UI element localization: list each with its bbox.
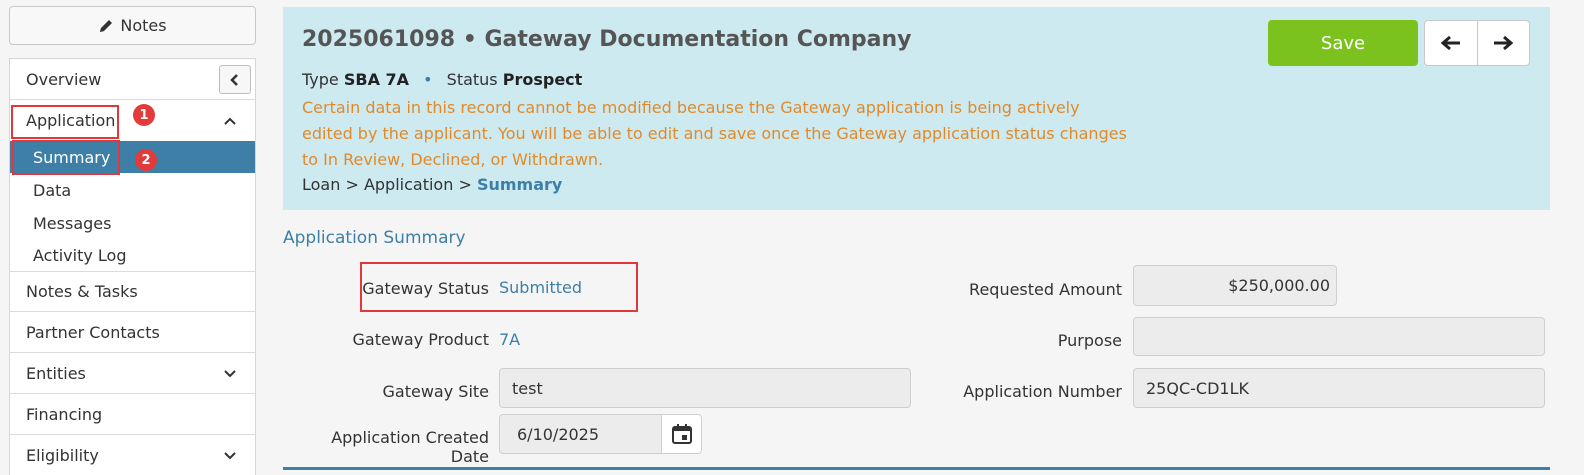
step-badge-2: 2 xyxy=(135,149,157,171)
requested-amount-field[interactable]: $250,000.00 xyxy=(1133,265,1337,306)
edit-lock-warning: Certain data in this record cannot be mo… xyxy=(302,98,1127,169)
notes-label: Notes xyxy=(120,16,167,35)
sidebar-subitem-messages[interactable]: Messages xyxy=(10,207,255,239)
highlight-application xyxy=(11,105,119,139)
sidebar-subitem-data[interactable]: Data xyxy=(10,174,255,206)
sidebar-item-overview[interactable]: Overview xyxy=(10,59,255,100)
record-status: Prospect xyxy=(502,70,583,89)
requested-amount-label: Requested Amount xyxy=(969,280,1122,299)
gateway-product-value: 7A xyxy=(499,330,521,349)
arrow-right-icon xyxy=(1494,35,1514,51)
chevron-up-icon xyxy=(224,117,236,125)
breadcrumb-loan[interactable]: Loan xyxy=(302,175,340,194)
record-meta: Type SBA 7A • Status Prospect xyxy=(302,70,583,89)
purpose-label: Purpose xyxy=(1057,331,1122,350)
chevron-down-icon xyxy=(224,452,236,460)
sidebar-item-partner-contacts[interactable]: Partner Contacts xyxy=(10,312,255,353)
breadcrumb: Loan > Application > Summary xyxy=(302,175,563,194)
gateway-site-label: Gateway Site xyxy=(382,382,489,401)
chevron-down-icon xyxy=(224,370,236,378)
gateway-product-label: Gateway Product xyxy=(352,330,489,349)
breadcrumb-current: Summary xyxy=(476,175,563,194)
pencil-icon xyxy=(100,19,113,32)
separator-dot: • xyxy=(423,70,433,89)
application-number-label: Application Number xyxy=(963,382,1122,401)
highlight-summary xyxy=(12,140,120,175)
calendar-icon xyxy=(671,424,692,444)
gateway-site-field[interactable]: test xyxy=(499,368,911,408)
step-badge-1: 1 xyxy=(133,104,155,126)
sidebar-item-notes-tasks[interactable]: Notes & Tasks xyxy=(10,272,255,312)
sidebar-item-financing[interactable]: Financing xyxy=(10,394,255,435)
chevron-left-icon xyxy=(230,73,238,86)
record-header: 2025061098 • Gateway Documentation Compa… xyxy=(283,7,1550,210)
collapse-sidebar-button[interactable] xyxy=(219,65,251,94)
sidebar: Notes Overview Application Summary Data … xyxy=(9,0,257,475)
previous-record-button[interactable] xyxy=(1425,21,1477,65)
record-navigation xyxy=(1424,20,1530,66)
next-record-button[interactable] xyxy=(1476,21,1529,65)
section-divider xyxy=(283,467,1550,470)
sidebar-item-entities[interactable]: Entities xyxy=(10,353,255,394)
date-picker-button[interactable] xyxy=(662,414,702,454)
purpose-field[interactable] xyxy=(1133,317,1545,356)
record-title: 2025061098 • Gateway Documentation Compa… xyxy=(302,27,912,52)
highlight-gateway-status xyxy=(360,262,638,312)
section-title: Application Summary xyxy=(283,228,466,248)
sidebar-subitem-activity-log[interactable]: Activity Log xyxy=(10,240,255,272)
record-type: SBA 7A xyxy=(343,70,410,89)
save-button[interactable]: Save xyxy=(1268,20,1418,66)
breadcrumb-application[interactable]: Application xyxy=(364,175,453,194)
notes-button[interactable]: Notes xyxy=(9,6,256,45)
created-date-field[interactable]: 6/10/2025 xyxy=(499,414,662,454)
application-number-field[interactable]: 25QC-CD1LK xyxy=(1133,368,1545,408)
arrow-left-icon xyxy=(1440,35,1460,51)
created-date-label: Application Created Date xyxy=(331,428,489,466)
sidebar-item-eligibility[interactable]: Eligibility xyxy=(10,435,255,475)
